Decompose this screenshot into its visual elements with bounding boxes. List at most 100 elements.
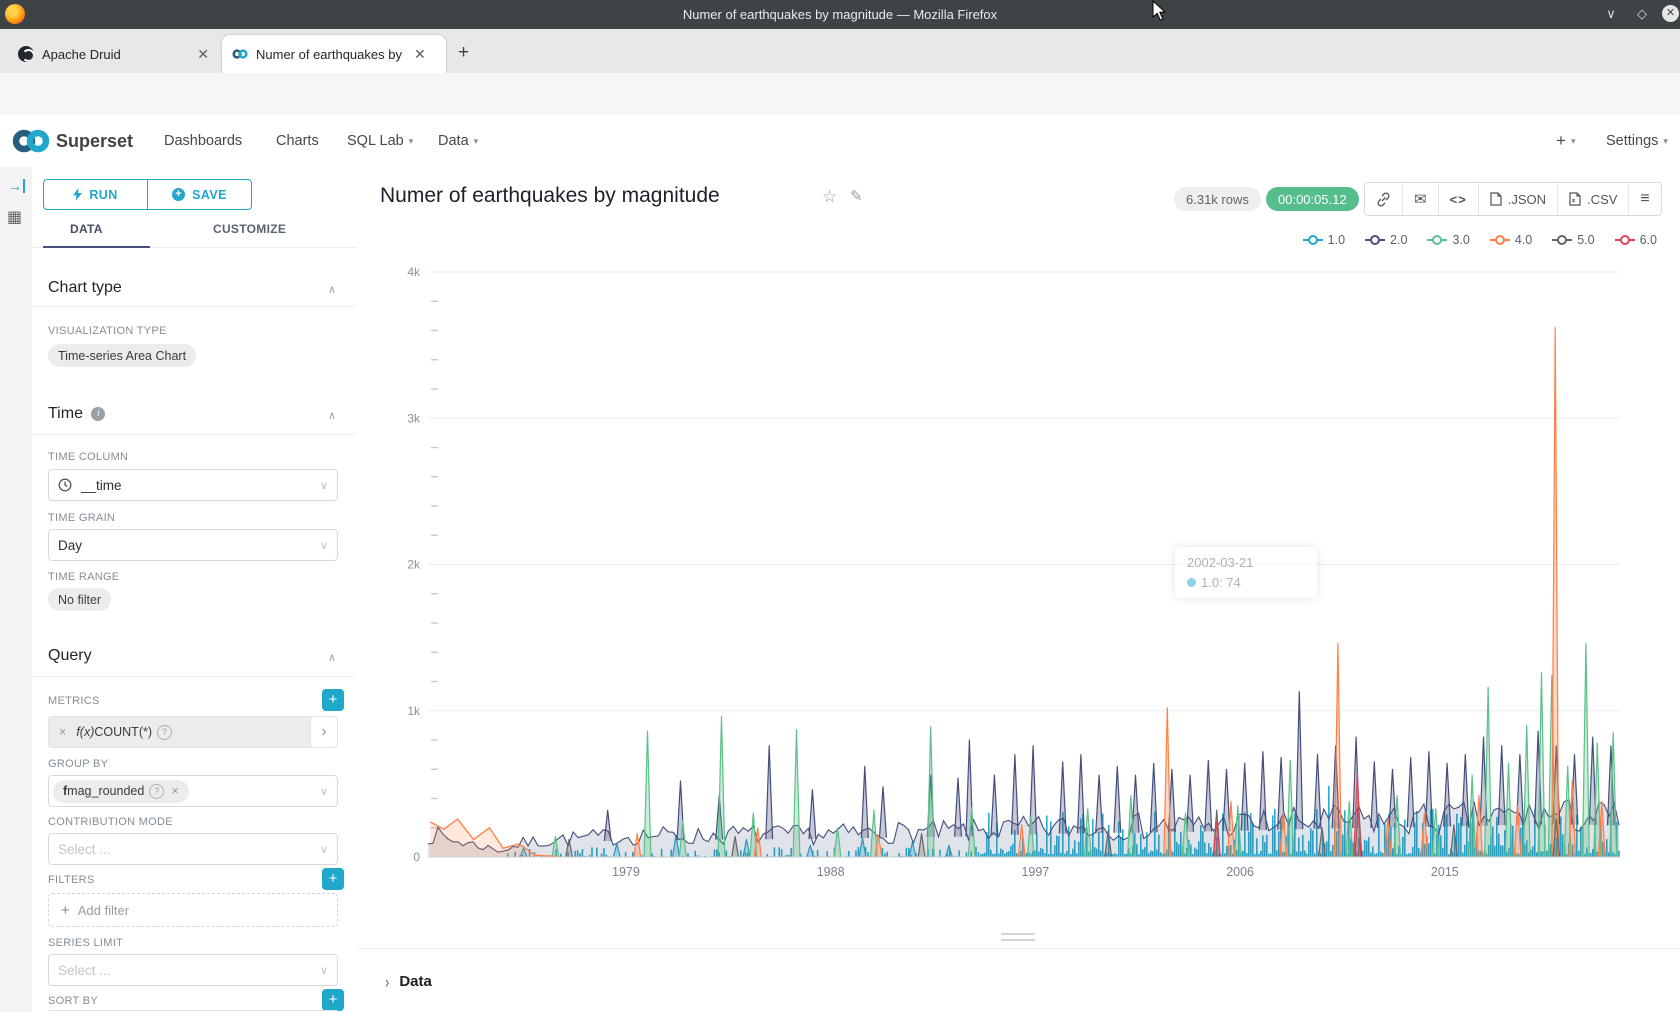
pane-drag-handle[interactable] <box>1001 933 1035 935</box>
chart-tooltip: 2002-03-21 1.0: 74 <box>1175 547 1317 598</box>
add-metric-button[interactable]: + <box>322 689 344 711</box>
contribution-mode-select[interactable]: Select ... ∨ <box>48 833 338 865</box>
metric-expand-caret[interactable]: › <box>310 717 337 747</box>
window-minimize-button[interactable]: ∨ <box>1602 5 1620 23</box>
viz-type-label: VISUALIZATION TYPE <box>48 325 167 337</box>
contribution-mode-label: CONTRIBUTION MODE <box>48 816 173 828</box>
svg-text:2006: 2006 <box>1226 865 1254 879</box>
svg-text:2k: 2k <box>407 558 421 572</box>
nav-charts[interactable]: Charts <box>276 115 319 167</box>
superset-favicon <box>232 46 248 62</box>
tooltip-date: 2002-03-21 <box>1187 555 1305 570</box>
embed-code-button[interactable]: <> <box>1439 183 1479 215</box>
add-filter-box[interactable]: + Add filter <box>48 893 338 927</box>
group-by-select[interactable]: f mag_rounded ? × ∨ <box>48 775 338 807</box>
browser-tab-bar: Apache Druid ✕ Numer of earthquakes by ✕… <box>0 29 1680 73</box>
viz-type-value[interactable]: Time-series Area Chart <box>48 344 196 367</box>
section-time: Time i <box>48 405 105 423</box>
time-column-label: TIME COLUMN <box>48 451 128 463</box>
chevron-down-icon: ∨ <box>320 964 328 977</box>
metrics-label: METRICS <box>48 695 100 707</box>
fx-icon: f(x) <box>76 725 94 739</box>
export-button-group: ✉ <> .JSON .CSV ≡ <box>1364 182 1662 216</box>
sort-by-label: SORT BY <box>48 995 98 1007</box>
nav-plus-button[interactable]: +▾ <box>1556 115 1575 167</box>
filters-label: FILTERS <box>48 874 95 886</box>
tooltip-value: 1.0: 74 <box>1201 575 1241 590</box>
group-by-chip[interactable]: f mag_rounded ? × <box>53 780 189 803</box>
tab-close-icon[interactable]: ✕ <box>414 46 426 63</box>
window-titlebar: Numer of earthquakes by magnitude — Mozi… <box>0 0 1680 29</box>
expand-datasource-icon[interactable]: → <box>8 179 25 193</box>
chevron-down-icon: ∨ <box>320 479 328 492</box>
caret-down-icon: ▾ <box>474 136 479 147</box>
pane-drag-handle[interactable] <box>1001 939 1035 941</box>
tab-close-icon[interactable]: ✕ <box>197 46 209 63</box>
remove-metric-icon[interactable]: × <box>59 725 66 739</box>
svg-text:1k: 1k <box>407 704 421 718</box>
remove-chip-icon[interactable]: × <box>171 784 178 798</box>
browser-toolbar: ← → ⟳ 172.18.0.3 :32108/superset/explore… <box>0 73 1680 116</box>
svg-text:3k: 3k <box>407 411 421 425</box>
lightning-icon <box>73 188 82 201</box>
group-by-label: GROUP BY <box>48 758 108 770</box>
nav-dashboards[interactable]: Dashboards <box>164 115 242 167</box>
mouse-cursor <box>1152 0 1167 22</box>
run-button[interactable]: RUN <box>44 180 148 209</box>
collapse-chevron-icon[interactable]: ∧ <box>328 651 336 664</box>
file-icon <box>1490 192 1502 206</box>
window-close-button[interactable]: ✕ <box>1662 5 1679 22</box>
plus-icon: + <box>61 902 70 919</box>
query-timer-badge: 00:00:05.12 <box>1266 187 1359 211</box>
save-button[interactable]: + SAVE <box>148 180 251 209</box>
data-panel-toggle[interactable]: › Data <box>385 973 432 990</box>
envelope-icon: ✉ <box>1414 190 1427 208</box>
export-json-button[interactable]: .JSON <box>1479 183 1558 215</box>
series-limit-label: SERIES LIMIT <box>48 937 123 949</box>
link-icon <box>1376 192 1391 207</box>
collapse-chevron-icon[interactable]: ∧ <box>328 283 336 296</box>
dataset-grid-icon[interactable]: ▦ <box>7 207 22 227</box>
druid-favicon <box>18 46 34 62</box>
svg-text:1988: 1988 <box>817 865 845 879</box>
nav-data[interactable]: Data▾ <box>438 115 478 167</box>
add-sort-by-button[interactable]: + <box>322 989 344 1011</box>
section-query: Query <box>48 647 92 665</box>
email-button[interactable]: ✉ <box>1403 183 1439 215</box>
new-tab-button[interactable]: + <box>458 42 469 64</box>
metric-name: COUNT(*) <box>94 725 152 739</box>
favorite-star-icon[interactable]: ☆ <box>822 187 837 207</box>
export-csv-button[interactable]: .CSV <box>1558 183 1629 215</box>
window-maximize-button[interactable]: ◇ <box>1633 5 1651 23</box>
add-filter-plus-button[interactable]: + <box>322 868 344 890</box>
tab-apache-druid[interactable]: Apache Druid ✕ <box>8 35 219 73</box>
edit-title-icon[interactable]: ✎ <box>850 187 863 205</box>
superset-brand[interactable]: Superset <box>56 115 133 167</box>
copy-link-button[interactable] <box>1365 183 1403 215</box>
chevron-down-icon: ∨ <box>320 843 328 856</box>
time-range-value[interactable]: No filter <box>48 588 111 611</box>
svg-text:0: 0 <box>413 850 420 864</box>
chart-menu-button[interactable]: ≡ <box>1629 183 1660 215</box>
time-grain-select[interactable]: Day ∨ <box>48 529 338 561</box>
tab-superset-active[interactable]: Numer of earthquakes by ✕ <box>222 35 446 73</box>
superset-navbar: Superset Dashboards Charts SQL Lab▾ Data… <box>0 115 1680 168</box>
hamburger-icon: ≡ <box>1640 190 1649 208</box>
file-icon <box>1569 192 1581 206</box>
series-limit-select[interactable]: Select ... ∨ <box>48 954 338 986</box>
run-save-group: RUN + SAVE <box>43 179 252 210</box>
control-panel: RUN + SAVE DATA CUSTOMIZE Chart type ∧ V… <box>32 167 357 1012</box>
tab-data[interactable]: DATA <box>70 222 103 236</box>
time-grain-label: TIME GRAIN <box>48 512 115 524</box>
plus-circle-icon: + <box>172 188 185 201</box>
superset-logo-icon <box>12 128 50 154</box>
nav-sql-lab[interactable]: SQL Lab▾ <box>347 115 413 167</box>
nav-settings[interactable]: Settings▾ <box>1606 115 1668 167</box>
chevron-down-icon: ∨ <box>320 539 328 552</box>
timeseries-area-chart[interactable]: 01k2k3k4k19791988199720062015 <box>356 240 1680 890</box>
tab-customize[interactable]: CUSTOMIZE <box>213 222 286 236</box>
time-column-select[interactable]: __time ∨ <box>48 469 338 501</box>
svg-text:2015: 2015 <box>1431 865 1459 879</box>
collapse-chevron-icon[interactable]: ∧ <box>328 409 336 422</box>
metric-item[interactable]: × f(x) COUNT(*) ? › <box>48 716 338 748</box>
